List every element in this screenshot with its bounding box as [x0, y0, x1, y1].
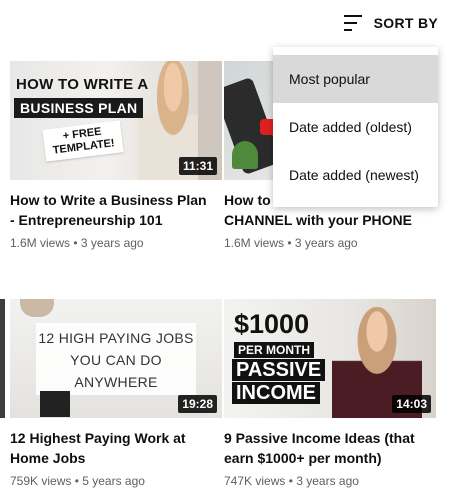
- video-thumbnail[interactable]: HOW TO WRITE A BUSINESS PLAN + FREE TEMP…: [10, 61, 222, 180]
- thumbnail-text-line: ANYWHERE: [74, 374, 158, 390]
- thumbnail-text: PASSIVE: [232, 359, 326, 381]
- duration-badge: 14:03: [392, 395, 431, 413]
- thumbnail-text-line: YOU CAN DO: [70, 352, 162, 368]
- thumbnail-text: BUSINESS PLAN: [14, 98, 144, 118]
- duration-badge: 11:31: [178, 157, 217, 175]
- duration-badge: 19:28: [178, 395, 217, 413]
- sort-option-date-oldest[interactable]: Date added (oldest): [273, 103, 438, 151]
- video-card[interactable]: HOW TO WRITE A BUSINESS PLAN + FREE TEMP…: [10, 61, 222, 250]
- thumbnail-text-line: 12 HIGH PAYING JOBS: [38, 330, 194, 346]
- sort-dropdown-menu: Most popular Date added (oldest) Date ad…: [273, 47, 438, 207]
- video-meta: 1.6M views • 3 years ago: [224, 236, 358, 250]
- thumbnail-plant-image: [232, 141, 258, 169]
- video-title[interactable]: 9 Passive Income Ideas (that earn $1000+…: [224, 428, 429, 468]
- sort-option-date-newest[interactable]: Date added (newest): [273, 151, 438, 199]
- sort-by-label: SORT BY: [373, 15, 438, 31]
- video-thumbnail[interactable]: $1000 PER MONTH PASSIVE INCOME 14:03: [224, 299, 436, 418]
- thumbnail-text: $1000: [234, 309, 310, 339]
- sort-by-button[interactable]: SORT BY: [343, 12, 438, 34]
- sort-option-most-popular[interactable]: Most popular: [273, 55, 438, 103]
- video-meta: 759K views • 5 years ago: [10, 474, 145, 488]
- video-meta: 747K views • 3 years ago: [224, 474, 359, 488]
- video-meta: 1.6M views • 3 years ago: [10, 236, 144, 250]
- video-card[interactable]: $1000 PER MONTH PASSIVE INCOME 14:03 9 P…: [224, 299, 436, 488]
- thumbnail-cup-image: [20, 299, 54, 317]
- video-title[interactable]: 12 Highest Paying Work at Home Jobs: [10, 428, 215, 468]
- thumbnail-text: + FREE TEMPLATE!: [42, 120, 124, 162]
- sort-icon: [343, 15, 364, 31]
- video-thumbnail[interactable]: 12 HIGH PAYING JOBS YOU CAN DO ANYWHERE …: [10, 299, 222, 418]
- previous-video-edge: [0, 299, 5, 418]
- video-title[interactable]: How to Write a Business Plan - Entrepren…: [10, 190, 215, 230]
- thumbnail-text: HOW TO WRITE A: [16, 76, 149, 93]
- thumbnail-text: INCOME: [232, 382, 320, 404]
- thumbnail-book-image: [40, 391, 70, 417]
- video-card[interactable]: 12 HIGH PAYING JOBS YOU CAN DO ANYWHERE …: [10, 299, 222, 488]
- thumbnail-text: 12 HIGH PAYING JOBS YOU CAN DO ANYWHERE: [36, 327, 196, 393]
- thumbnail-text: PER MONTH: [234, 342, 314, 358]
